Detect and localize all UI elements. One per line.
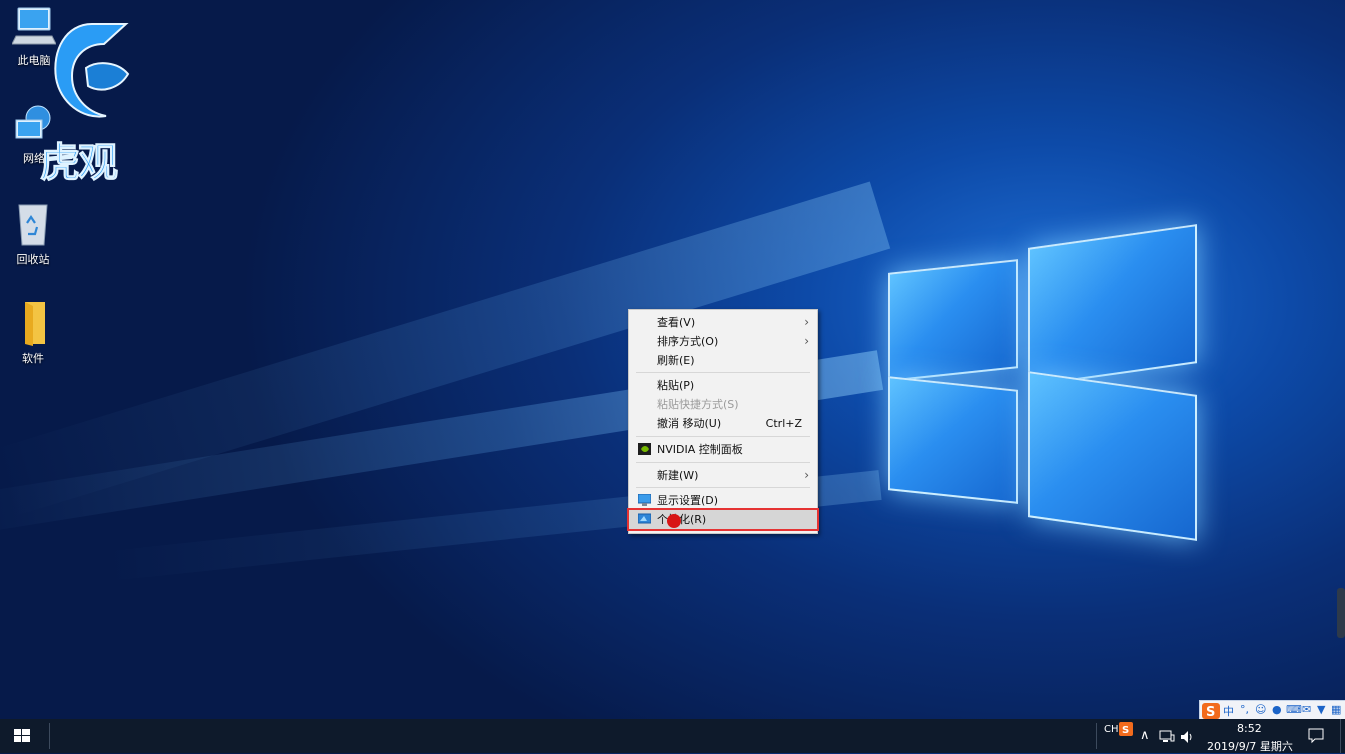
- sogou-logo-icon: S: [1202, 703, 1220, 719]
- menu-item-paste-shortcut: 粘贴快捷方式(S): [657, 398, 739, 411]
- chevron-right-icon: ›: [804, 315, 809, 329]
- chevron-right-icon: ›: [804, 468, 809, 482]
- sogou-tray-icon[interactable]: S: [1119, 722, 1133, 736]
- menu-shortcut: Ctrl+Z: [765, 417, 802, 430]
- menu-separator: [636, 372, 810, 373]
- side-panel-handle[interactable]: [1337, 588, 1345, 638]
- menu-item-personalize[interactable]: 个性化(R): [627, 508, 819, 531]
- taskbar-separator: [49, 723, 50, 749]
- folder-icon: [25, 302, 45, 346]
- personalize-icon: [638, 513, 651, 524]
- show-desktop-button[interactable]: [1340, 719, 1345, 753]
- windows-start-icon[interactable]: [0, 719, 44, 753]
- recycle-bin-icon: [18, 204, 48, 246]
- taskbar: CH S ∧ 8:52 2019/9/7 星期六: [0, 719, 1345, 753]
- menu-item-refresh[interactable]: 刷新(E): [629, 351, 817, 370]
- menu-item-undo-move[interactable]: 撤消 移动(U) Ctrl+Z: [629, 414, 817, 433]
- nvidia-icon: [638, 443, 651, 455]
- click-indicator: [667, 514, 681, 528]
- clock-date[interactable]: 2019/9/7 星期六: [1207, 738, 1293, 754]
- chevron-up-icon[interactable]: ∧: [1140, 728, 1150, 743]
- punctuation-icon[interactable]: °,: [1240, 703, 1249, 716]
- ime-mode-toggle[interactable]: 中: [1223, 703, 1234, 719]
- svg-text:S: S: [1122, 725, 1129, 736]
- menu-separator: [636, 436, 810, 437]
- watermark-logo: 虎观: [40, 12, 144, 187]
- desktop-icon-recycle-bin[interactable]: 回收站: [1, 201, 65, 267]
- desktop-icon-software-folder[interactable]: 软件: [1, 300, 65, 366]
- menu-item-sort-by[interactable]: 排序方式(O) ›: [629, 332, 817, 351]
- language-indicator[interactable]: CH: [1104, 724, 1119, 735]
- taskbar-separator: [1096, 723, 1097, 749]
- watermark-text: 虎观: [40, 140, 119, 187]
- chevron-right-icon: ›: [804, 334, 809, 348]
- volume-icon[interactable]: [1180, 730, 1196, 744]
- display-settings-icon: [638, 494, 651, 506]
- menu-separator: [636, 487, 810, 488]
- menu-item-display-settings[interactable]: 显示设置(D): [629, 491, 817, 510]
- skin-icon[interactable]: ▼: [1317, 703, 1325, 716]
- tiger-logo-icon: [54, 23, 130, 118]
- menu-separator: [636, 462, 810, 463]
- action-center-icon[interactable]: [1308, 728, 1324, 744]
- desktop-icon-label: 软件: [22, 352, 44, 365]
- mail-icon[interactable]: ✉: [1302, 703, 1311, 716]
- desktop-context-menu: 查看(V) › 排序方式(O) › 刷新(E) 粘贴(P) 粘贴快捷方式(S) …: [627, 309, 819, 534]
- emoji-icon[interactable]: ☺: [1255, 703, 1266, 716]
- svg-text:S: S: [1206, 705, 1215, 719]
- menu-item-new[interactable]: 新建(W) ›: [629, 466, 817, 485]
- desktop-icon-label: 回收站: [16, 253, 50, 266]
- keyboard-icon[interactable]: ⌨: [1286, 703, 1302, 716]
- clock-time[interactable]: 8:52: [1237, 722, 1262, 735]
- menu-item-view[interactable]: 查看(V) ›: [629, 313, 817, 332]
- network-tray-icon[interactable]: [1159, 730, 1175, 744]
- microphone-icon[interactable]: ●: [1272, 703, 1282, 716]
- menu-item-paste[interactable]: 粘贴(P): [629, 376, 817, 395]
- menu-item-nvidia-control-panel[interactable]: NVIDIA 控制面板: [629, 440, 817, 459]
- grid-icon[interactable]: ▦: [1331, 703, 1341, 716]
